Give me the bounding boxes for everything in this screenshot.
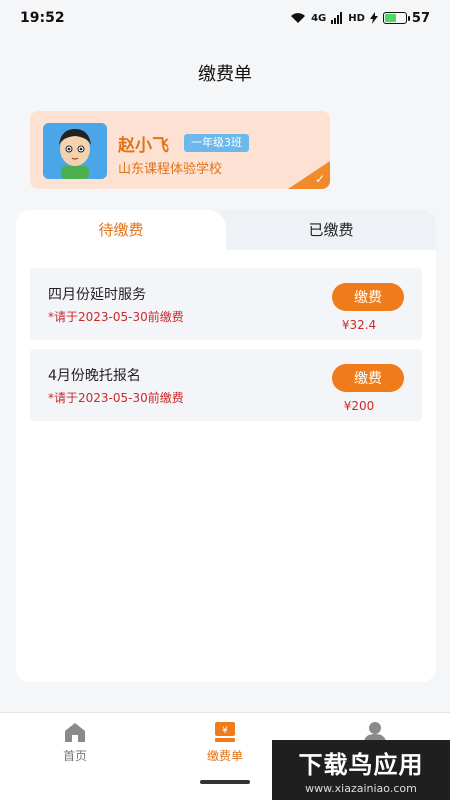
home-indicator[interactable] <box>200 780 250 784</box>
nav-item-home[interactable]: 首页 <box>0 713 150 800</box>
charging-icon <box>369 12 378 24</box>
watermark-title: 下载鸟应用 <box>298 751 424 779</box>
status-time: 19:52 <box>20 10 65 26</box>
watermark-url: www.xiazainiao.com <box>305 782 417 795</box>
page-title: 缴费单 <box>198 64 252 85</box>
bill-deadline: *请于2023-05-30前缴费 <box>48 310 184 324</box>
bill-tabs: 待缴费 已缴费 <box>16 210 436 250</box>
pay-button[interactable]: 缴费 <box>332 283 404 311</box>
tab-pending[interactable]: 待缴费 <box>16 210 226 250</box>
status-bar: 19:52 4G HD 57 <box>0 0 450 36</box>
battery-fill <box>384 14 397 22</box>
avatar <box>43 123 107 179</box>
home-icon <box>65 723 85 742</box>
bill-icon: ¥ <box>215 722 235 742</box>
pay-button[interactable]: 缴费 <box>332 364 404 392</box>
nav-label-bills: 缴费单 <box>206 749 243 763</box>
avatar-image <box>43 123 107 179</box>
student-card[interactable]: 赵小飞 一年级3班 山东课程体验学校 ✓ <box>30 111 330 189</box>
battery-percent: 57 <box>411 10 430 26</box>
network-indicator: 4G <box>311 12 327 24</box>
status-icons: 4G HD 57 <box>290 11 430 26</box>
watermark: 下载鸟应用 www.xiazainiao.com <box>272 740 450 800</box>
tab-paid[interactable]: 已缴费 <box>226 210 436 250</box>
signal-icon <box>331 12 343 24</box>
hd-indicator: HD <box>348 12 365 24</box>
check-icon: ✓ <box>314 172 325 186</box>
bill-icon-glyph: ¥ <box>222 726 228 736</box>
wifi-icon <box>291 13 306 23</box>
bill-amount: ¥200 <box>343 399 375 413</box>
class-badge: 一年级3班 <box>184 134 249 152</box>
bills-panel: 待缴费 已缴费 四月份延时服务 *请于2023-05-30前缴费 缴费 ¥32.… <box>16 210 436 682</box>
school-name: 山东课程体验学校 <box>118 162 223 177</box>
bill-amount: ¥32.4 <box>341 318 377 332</box>
bill-item[interactable]: 4月份晚托报名 *请于2023-05-30前缴费 缴费 ¥200 <box>30 349 422 421</box>
battery-icon <box>382 12 410 24</box>
bill-item[interactable]: 四月份延时服务 *请于2023-05-30前缴费 缴费 ¥32.4 <box>30 268 422 340</box>
bill-title: 4月份晚托报名 <box>48 368 141 384</box>
nav-label-home: 首页 <box>62 749 87 763</box>
bill-deadline: *请于2023-05-30前缴费 <box>48 391 184 405</box>
bill-title: 四月份延时服务 <box>48 287 146 303</box>
student-name: 赵小飞 <box>118 136 169 156</box>
